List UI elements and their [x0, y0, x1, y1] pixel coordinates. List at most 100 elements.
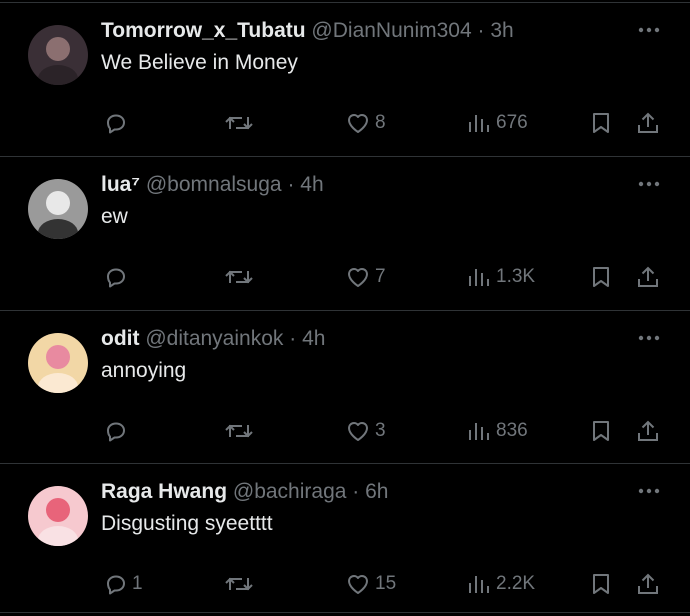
share-icon — [638, 266, 658, 287]
tweet-actions: 7 1.3K — [0, 257, 690, 297]
avatar[interactable] — [28, 333, 88, 393]
retweet-icon — [225, 270, 253, 284]
avatar[interactable] — [28, 486, 88, 546]
user-handle[interactable]: @DianNunim304 — [311, 19, 471, 42]
separator-dot: · — [352, 480, 360, 503]
tweet-header: Tomorrow_x_Tubatu @DianNunim304 · 3h — [101, 17, 514, 45]
share-button[interactable] — [636, 103, 660, 143]
bookmark-icon — [593, 113, 609, 133]
tweet[interactable]: Raga Hwang @bachiraga · 6h Disgusting sy… — [0, 463, 690, 613]
display-name[interactable]: Raga Hwang — [101, 480, 227, 503]
bookmark-button[interactable] — [590, 564, 612, 604]
tweet-actions: 8 676 — [0, 103, 690, 143]
user-handle[interactable]: @ditanyainkok — [145, 327, 283, 350]
views-icon — [469, 269, 489, 286]
bookmark-icon — [593, 574, 609, 594]
share-icon — [638, 573, 658, 594]
tweet-text: We Believe in Money — [101, 51, 298, 74]
retweet-icon — [225, 577, 253, 591]
like-count: 7 — [375, 266, 386, 287]
reply-button[interactable]: 1 — [104, 564, 143, 604]
tweet[interactable]: lua⁷ @bomnalsuga · 4h ew 7 1.3K — [0, 156, 690, 310]
more-icon — [638, 488, 660, 494]
reply-icon — [107, 114, 125, 134]
timestamp[interactable]: 4h — [302, 327, 325, 350]
separator-dot: · — [287, 173, 295, 196]
views-button[interactable]: 676 — [466, 103, 528, 143]
avatar[interactable] — [28, 179, 88, 239]
tweet-actions: 3 836 — [0, 411, 690, 451]
tweet[interactable]: odit @ditanyainkok · 4h annoying 3 836 — [0, 310, 690, 463]
timeline-feed: Tomorrow_x_Tubatu @DianNunim304 · 3h We … — [0, 0, 690, 616]
retweet-button[interactable] — [224, 103, 254, 143]
tweet-header: lua⁷ @bomnalsuga · 4h — [101, 171, 324, 199]
timestamp[interactable]: 6h — [365, 480, 388, 503]
avatar[interactable] — [28, 25, 88, 85]
more-options-button[interactable] — [636, 17, 662, 43]
tweet-text: annoying — [101, 359, 187, 382]
separator-dot: · — [289, 327, 297, 350]
timestamp[interactable]: 3h — [490, 19, 513, 42]
tweet[interactable]: Tomorrow_x_Tubatu @DianNunim304 · 3h We … — [0, 2, 690, 156]
user-handle[interactable]: @bomnalsuga — [146, 173, 282, 196]
user-handle[interactable]: @bachiraga — [233, 480, 347, 503]
separator-dot: · — [477, 19, 485, 42]
bookmark-button[interactable] — [590, 257, 612, 297]
like-button[interactable]: 3 — [345, 411, 386, 451]
views-button[interactable]: 2.2K — [466, 564, 535, 604]
reply-button[interactable] — [104, 257, 132, 297]
reply-icon — [107, 268, 125, 288]
retweet-button[interactable] — [224, 411, 254, 451]
bookmark-button[interactable] — [590, 103, 612, 143]
like-button[interactable]: 8 — [345, 103, 386, 143]
display-name[interactable]: lua⁷ — [101, 173, 140, 196]
views-icon — [469, 115, 489, 132]
tweet-header: Raga Hwang @bachiraga · 6h — [101, 478, 388, 506]
retweet-button[interactable] — [224, 564, 254, 604]
reply-icon — [107, 422, 125, 442]
views-button[interactable]: 836 — [466, 411, 528, 451]
more-options-button[interactable] — [636, 171, 662, 197]
heart-icon — [348, 268, 368, 287]
tweet-text: Disgusting syeetttt — [101, 512, 273, 535]
views-icon — [469, 576, 489, 593]
retweet-icon — [225, 116, 253, 130]
tweet-text: ew — [101, 205, 128, 228]
share-button[interactable] — [636, 411, 660, 451]
display-name[interactable]: odit — [101, 327, 139, 350]
share-icon — [638, 420, 658, 441]
timestamp[interactable]: 4h — [300, 173, 323, 196]
more-icon — [638, 27, 660, 33]
share-button[interactable] — [636, 564, 660, 604]
like-count: 8 — [375, 112, 386, 133]
like-button[interactable]: 7 — [345, 257, 386, 297]
reply-icon — [107, 575, 125, 595]
more-options-button[interactable] — [636, 325, 662, 351]
avatar-image — [28, 333, 88, 393]
view-count: 836 — [496, 420, 528, 441]
display-name[interactable]: Tomorrow_x_Tubatu — [101, 19, 306, 42]
share-icon — [638, 112, 658, 133]
share-button[interactable] — [636, 257, 660, 297]
like-count: 15 — [375, 573, 397, 594]
bookmark-button[interactable] — [590, 411, 612, 451]
avatar-image — [28, 486, 88, 546]
reply-button[interactable] — [104, 411, 132, 451]
more-icon — [638, 181, 660, 187]
avatar-image — [28, 25, 88, 85]
retweet-button[interactable] — [224, 257, 254, 297]
views-icon — [469, 423, 489, 440]
heart-icon — [348, 114, 368, 133]
avatar-image — [28, 179, 88, 239]
views-button[interactable]: 1.3K — [466, 257, 535, 297]
more-icon — [638, 335, 660, 341]
heart-icon — [348, 422, 368, 441]
more-options-button[interactable] — [636, 478, 662, 504]
view-count: 2.2K — [496, 573, 536, 594]
like-button[interactable]: 15 — [345, 564, 396, 604]
view-count: 1.3K — [496, 266, 536, 287]
heart-icon — [348, 575, 368, 594]
reply-button[interactable] — [104, 103, 132, 143]
bookmark-icon — [593, 421, 609, 441]
like-count: 3 — [375, 420, 386, 441]
